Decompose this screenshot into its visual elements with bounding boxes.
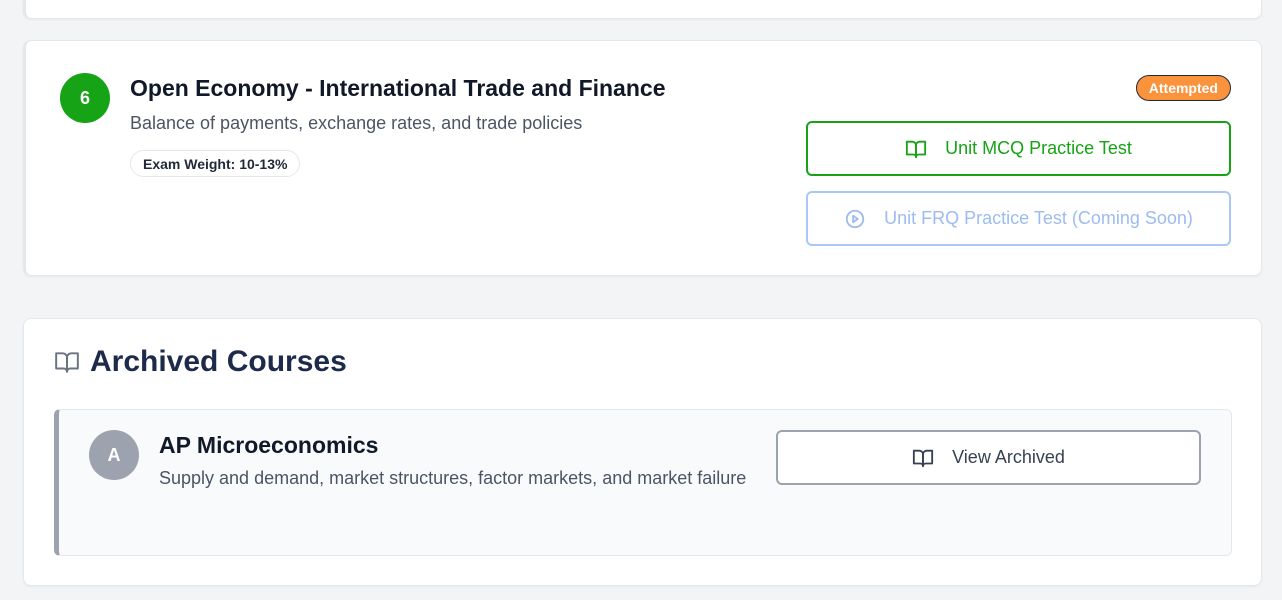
course-title: AP Microeconomics — [159, 432, 379, 458]
unit-card: 6 Open Economy - International Trade and… — [23, 40, 1262, 276]
archived-course-item: A AP Microeconomics Supply and demand, m… — [54, 409, 1232, 556]
unit-number-badge: 6 — [60, 73, 110, 123]
book-open-icon — [54, 349, 80, 375]
unit-frq-button-label: Unit FRQ Practice Test (Coming Soon) — [884, 208, 1193, 228]
unit-description: Balance of payments, exchange rates, and… — [130, 113, 583, 133]
previous-unit-card — [23, 0, 1262, 19]
archived-courses-card: Archived Courses A AP Microeconomics Sup… — [23, 318, 1262, 586]
course-description: Supply and demand, market structures, fa… — [159, 468, 747, 488]
unit-mcq-practice-test-button[interactable]: Unit MCQ Practice Test — [806, 121, 1231, 176]
archived-courses-header: Archived Courses — [54, 345, 347, 379]
unit-title: Open Economy - International Trade and F… — [130, 75, 666, 101]
view-archived-button-label: View Archived — [952, 447, 1065, 467]
archived-courses-title: Archived Courses — [90, 345, 347, 378]
book-open-icon — [912, 447, 934, 469]
book-open-icon — [905, 138, 927, 160]
course-avatar: A — [89, 430, 139, 480]
unit-frq-practice-test-button[interactable]: Unit FRQ Practice Test (Coming Soon) — [806, 191, 1231, 246]
status-badge: Attempted — [1135, 75, 1231, 101]
unit-mcq-button-label: Unit MCQ Practice Test — [945, 138, 1132, 158]
play-circle-icon — [844, 208, 866, 230]
view-archived-button[interactable]: View Archived — [776, 430, 1201, 485]
exam-weight-badge: Exam Weight: 10-13% — [130, 150, 301, 177]
